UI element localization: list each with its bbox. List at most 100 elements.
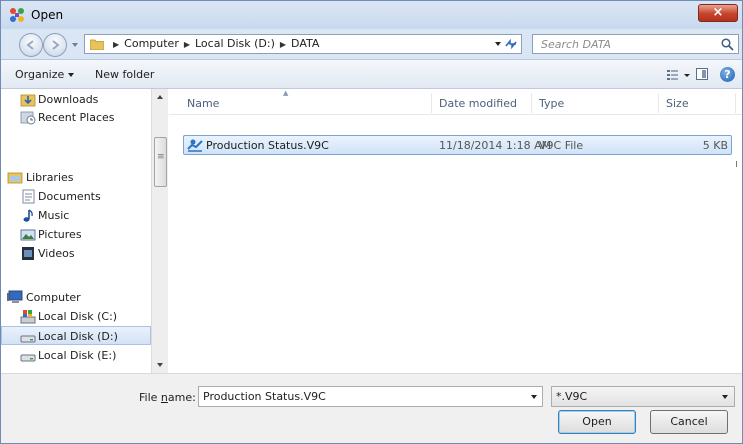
computer-icon	[7, 290, 23, 303]
file-name: Production Status.V9C	[206, 139, 329, 152]
title-bar: Open ×	[1, 1, 742, 29]
refresh-icon[interactable]	[503, 37, 519, 51]
search-placeholder: Search DATA	[541, 38, 611, 51]
recent-places-icon	[20, 111, 36, 125]
nav-item-music[interactable]: Music	[1, 206, 151, 225]
column-type[interactable]: Type	[539, 97, 564, 110]
navigation-bar: ▶ Computer ▶ Local Disk (D:) ▶ DATA Search DA…	[1, 29, 742, 59]
nav-item-local-disk-d[interactable]: Local Disk (D:)	[1, 326, 151, 345]
column-divider[interactable]	[431, 93, 432, 113]
chevron-down-icon	[722, 395, 728, 399]
breadcrumb-separator[interactable]: ▶	[113, 40, 119, 49]
scroll-down-arrow-icon[interactable]	[157, 363, 163, 367]
v9c-file-icon	[187, 139, 203, 152]
navigation-pane: Downloads Recent Places Libraries Docume…	[1, 89, 169, 373]
breadcrumb-data[interactable]: DATA	[291, 37, 319, 50]
column-divider[interactable]	[531, 93, 532, 113]
open-button[interactable]: Open	[558, 410, 636, 434]
file-date-modified: 11/18/2014 1:18 AM	[439, 139, 552, 152]
open-dialog: Open × ▶ Computer ▶ Local Disk (D:) ▶ DATA	[0, 0, 743, 444]
preview-pane-icon[interactable]	[696, 68, 708, 80]
organize-button[interactable]: Organize	[15, 68, 75, 81]
music-icon	[23, 209, 33, 222]
nav-item-libraries[interactable]: Libraries	[1, 168, 151, 187]
nav-item-videos[interactable]: Videos	[1, 244, 151, 263]
nav-item-label: Local Disk (D:)	[38, 330, 118, 343]
help-icon[interactable]: ?	[720, 67, 735, 82]
folder-icon	[90, 39, 104, 50]
column-header-row: Name ▲ Date modified Type Size	[169, 89, 742, 115]
nav-item-label: Local Disk (C:)	[38, 310, 118, 323]
column-name[interactable]: Name	[187, 97, 219, 110]
back-arrow-icon	[26, 40, 34, 50]
column-size[interactable]: Size	[666, 97, 689, 110]
nav-item-recent-places[interactable]: Recent Places	[1, 108, 151, 127]
breadcrumb-separator[interactable]: ▶	[280, 40, 286, 49]
chevron-down-icon	[68, 73, 75, 77]
nav-item-local-disk-e[interactable]: Local Disk (E:)	[1, 346, 151, 365]
scrollbar-thumb[interactable]	[154, 137, 167, 187]
recent-pages-dropdown[interactable]	[72, 43, 78, 47]
nav-item-local-disk-c[interactable]: Local Disk (C:)	[1, 307, 151, 326]
sort-ascending-icon: ▲	[283, 89, 289, 97]
nav-item-computer[interactable]: Computer	[1, 288, 151, 307]
file-name-input[interactable]: Production Status.V9C	[198, 386, 543, 407]
navigation-tree: Downloads Recent Places Libraries Docume…	[1, 89, 151, 373]
file-name-label: File name:	[139, 391, 196, 404]
nav-item-label: Libraries	[26, 171, 74, 184]
nav-item-downloads[interactable]: Downloads	[1, 90, 151, 109]
nav-item-label: Computer	[26, 291, 81, 304]
file-name-history-dropdown[interactable]	[531, 395, 537, 399]
file-size: 5 KB	[702, 139, 728, 152]
nav-item-label: Pictures	[38, 228, 82, 241]
organize-label: Organize	[15, 68, 65, 81]
command-toolbar: Organize New folder ?	[1, 59, 742, 89]
breadcrumb: ▶ Computer ▶ Local Disk (D:) ▶ DATA	[108, 37, 319, 50]
file-type-select[interactable]: *.V9C	[551, 386, 735, 407]
file-name-value: Production Status.V9C	[203, 390, 326, 403]
pictures-icon	[20, 229, 36, 241]
downloads-icon	[20, 94, 36, 107]
cancel-button[interactable]: Cancel	[650, 410, 728, 434]
system-drive-icon	[20, 310, 36, 324]
window-title: Open	[31, 8, 64, 22]
change-view-icon[interactable]	[666, 68, 692, 82]
close-button[interactable]: ×	[698, 4, 738, 22]
nav-item-label: Recent Places	[38, 111, 115, 124]
nav-item-documents[interactable]: Documents	[1, 187, 151, 206]
file-name-label-pre: File	[139, 391, 161, 404]
address-bar[interactable]: ▶ Computer ▶ Local Disk (D:) ▶ DATA	[84, 34, 522, 54]
app-icon	[10, 8, 24, 22]
documents-icon	[22, 189, 35, 204]
nav-item-label: Videos	[38, 247, 75, 260]
column-divider[interactable]	[735, 93, 736, 113]
search-box[interactable]: Search DATA	[532, 34, 739, 54]
nav-item-label: Downloads	[38, 93, 99, 106]
nav-item-pictures[interactable]: Pictures	[1, 225, 151, 244]
search-icon[interactable]	[721, 38, 734, 51]
scroll-up-arrow-icon[interactable]	[157, 95, 163, 99]
back-button[interactable]	[19, 33, 43, 57]
file-type: V9C File	[539, 139, 584, 152]
nav-item-label: Documents	[38, 190, 101, 203]
breadcrumb-computer[interactable]: Computer	[124, 37, 179, 50]
forward-arrow-icon	[52, 40, 60, 50]
file-list: Name ▲ Date modified Type Size Productio…	[169, 89, 742, 373]
libraries-icon	[7, 172, 23, 184]
column-divider[interactable]	[658, 93, 659, 113]
videos-icon	[22, 247, 34, 260]
file-row[interactable]: Production Status.V9C 11/18/2014 1:18 AM…	[183, 135, 732, 155]
forward-button[interactable]	[43, 33, 67, 57]
breadcrumb-local-disk-d[interactable]: Local Disk (D:)	[195, 37, 275, 50]
list-resize-marker	[736, 161, 737, 167]
drive-icon	[20, 335, 36, 343]
new-folder-button[interactable]: New folder	[95, 68, 154, 81]
file-name-label-post: ame:	[167, 391, 196, 404]
file-name-label-accelerator: n	[160, 391, 168, 404]
column-date-modified[interactable]: Date modified	[439, 97, 517, 110]
navigation-scrollbar[interactable]	[151, 89, 168, 373]
drive-icon	[20, 354, 36, 362]
nav-item-label: Music	[38, 209, 70, 222]
address-history-dropdown[interactable]	[495, 42, 501, 46]
breadcrumb-separator[interactable]: ▶	[184, 40, 190, 49]
